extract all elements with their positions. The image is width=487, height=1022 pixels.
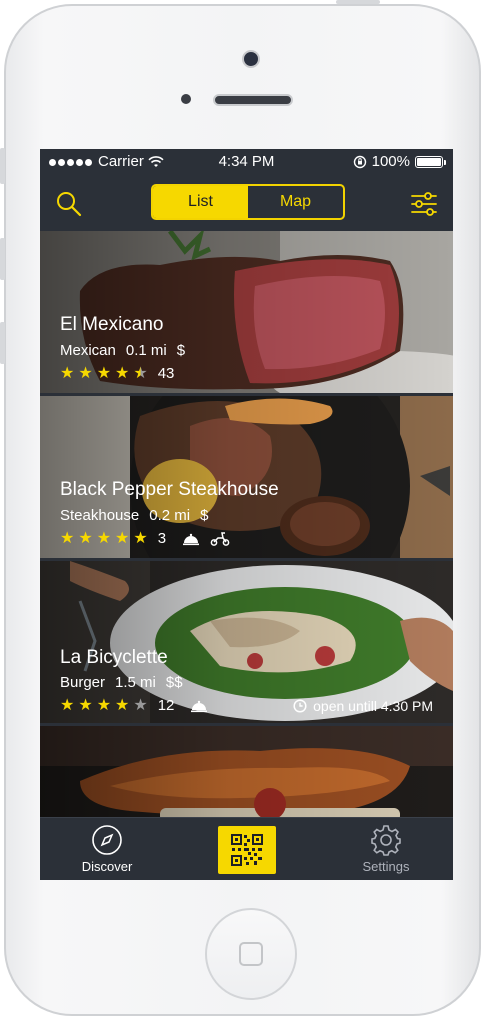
review-count: 12: [157, 697, 175, 714]
star-icon: ★: [60, 529, 75, 547]
distance-label: 1.5 mi: [115, 674, 156, 691]
segment-map[interactable]: Map: [248, 186, 343, 218]
star-icon: ★: [96, 364, 112, 382]
home-button-square: [239, 942, 263, 966]
status-bar: Carrier 4:34 PM 100%: [40, 149, 453, 175]
volume-down-button: [0, 322, 5, 364]
price-label: $: [176, 342, 186, 359]
distance-label: 0.1 mi: [125, 342, 167, 359]
front-camera: [242, 50, 260, 68]
star-icon: ★: [60, 696, 75, 714]
star-icon: ★: [133, 529, 148, 547]
restaurant-meta: Mexican 0.1 mi $: [60, 342, 185, 359]
compass-icon: [92, 825, 122, 855]
search-icon: [57, 192, 82, 217]
segment-list[interactable]: List: [153, 186, 248, 218]
restaurant-card[interactable]: Black Pepper Steakhouse Steakhouse 0.2 m…: [40, 396, 453, 558]
navigation-bar: List Map: [40, 175, 453, 231]
room-service-icon: [183, 533, 200, 545]
open-status-label: open untill 4:30 PM: [313, 698, 433, 714]
status-right: 100%: [353, 153, 446, 170]
distance-label: 0.2 mi: [149, 507, 191, 524]
photo-shade: [40, 726, 453, 817]
star-icon: ★: [115, 529, 130, 547]
star-icon: ★: [78, 529, 93, 547]
earpiece-speaker: [213, 94, 293, 106]
star-icon: ★: [60, 364, 75, 382]
star-icon: ★: [115, 696, 130, 714]
cuisine-label: Steakhouse: [60, 507, 140, 524]
qr-scan-button[interactable]: [218, 826, 276, 874]
restaurant-name: La Bicyclette: [60, 647, 168, 668]
restaurant-name: El Mexicano: [60, 314, 164, 335]
review-count: 3: [157, 530, 167, 547]
room-service-icon: [191, 700, 208, 712]
tab-settings-label: Settings: [362, 859, 410, 874]
cuisine-label: Mexican: [60, 342, 116, 359]
qr-code-icon: [231, 834, 263, 866]
volume-up-button: [0, 238, 5, 280]
star-icon: ★: [78, 364, 93, 382]
view-toggle: List Map: [151, 184, 345, 220]
sliders-icon: [411, 192, 437, 216]
tab-discover[interactable]: Discover: [62, 824, 152, 874]
restaurant-card[interactable]: [40, 726, 453, 817]
half-star-icon: ★: [133, 364, 148, 382]
clock-icon: [293, 699, 307, 713]
rating-row: ★ ★ ★ ★ ★ 43: [60, 365, 180, 382]
star-icon: ★: [78, 696, 93, 714]
rating-row: ★ ★ ★ ★ ★ 3: [60, 530, 230, 547]
rating-row: ★ ★ ★ ★ ★ 12: [60, 697, 208, 714]
power-button: [336, 0, 380, 4]
tab-bar: Discover Settings: [40, 817, 453, 880]
star-icon: ★: [96, 529, 112, 547]
empty-star-icon: ★: [133, 696, 148, 714]
home-button[interactable]: [205, 908, 297, 1000]
gear-icon: [371, 825, 401, 856]
star-icon: ★: [115, 364, 130, 382]
app-screen: Carrier 4:34 PM 100% List Map El Mexican…: [40, 149, 453, 880]
star-icon: ★: [96, 696, 112, 714]
filter-button[interactable]: [409, 189, 439, 219]
price-label: $: [200, 507, 209, 524]
restaurant-list: El Mexicano Mexican 0.1 mi $ ★ ★ ★ ★ ★ 4…: [40, 231, 453, 817]
review-count: 43: [157, 365, 175, 382]
proximity-sensor: [181, 94, 191, 104]
restaurant-card[interactable]: La Bicyclette Burger 1.5 mi $$ ★ ★ ★ ★ ★…: [40, 561, 453, 723]
mute-switch: [0, 148, 5, 184]
restaurant-card[interactable]: El Mexicano Mexican 0.1 mi $ ★ ★ ★ ★ ★ 4…: [40, 231, 453, 393]
battery-icon: [415, 155, 446, 168]
restaurant-meta: Steakhouse 0.2 mi $: [60, 507, 208, 524]
battery-percent: 100%: [371, 153, 410, 170]
price-label: $$: [165, 674, 183, 691]
orientation-lock-icon: [353, 155, 366, 168]
scooter-icon: [210, 531, 230, 546]
restaurant-meta: Burger 1.5 mi $$: [60, 674, 183, 691]
tab-settings[interactable]: Settings: [341, 824, 431, 874]
cuisine-label: Burger: [60, 674, 106, 691]
open-hours: open untill 4:30 PM: [293, 698, 433, 714]
search-button[interactable]: [54, 189, 84, 219]
restaurant-name: Black Pepper Steakhouse: [60, 479, 279, 500]
tab-discover-label: Discover: [81, 859, 133, 874]
